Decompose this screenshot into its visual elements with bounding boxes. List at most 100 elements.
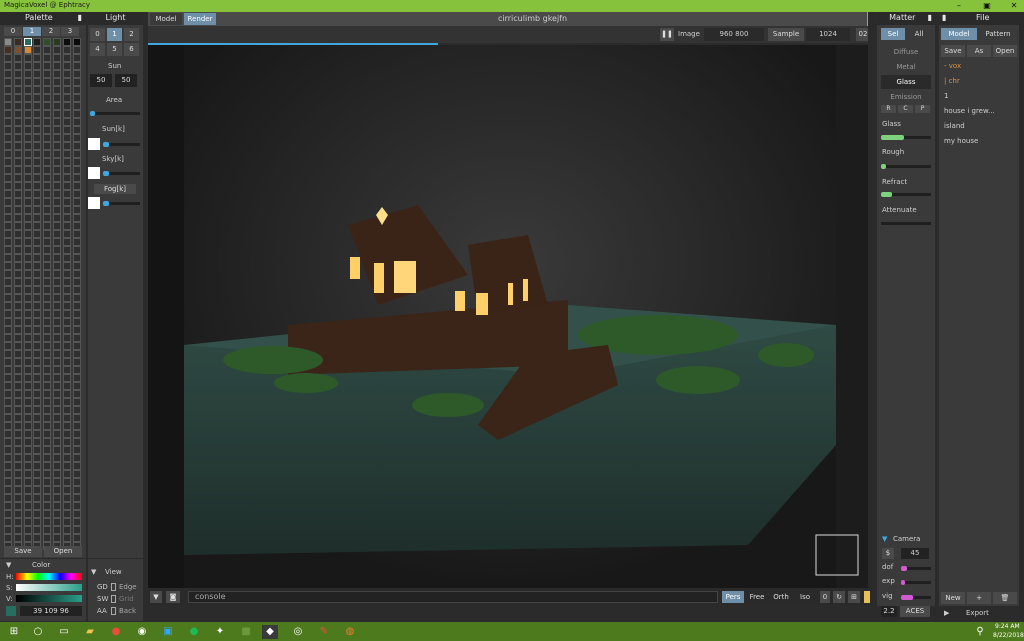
- fog-intensity-slider[interactable]: [103, 201, 140, 206]
- palette-cell[interactable]: [72, 54, 81, 62]
- console-input[interactable]: console: [188, 591, 718, 603]
- fog-color-swatch[interactable]: [88, 197, 100, 209]
- palette-cell[interactable]: [23, 462, 32, 470]
- palette-cell[interactable]: [43, 102, 52, 110]
- palette-cell[interactable]: [13, 326, 22, 334]
- palette-cell[interactable]: [43, 318, 52, 326]
- palette-cell[interactable]: [33, 422, 42, 430]
- palette-cell[interactable]: [33, 430, 42, 438]
- palette-cell[interactable]: [62, 382, 71, 390]
- palette-cell[interactable]: [53, 462, 61, 470]
- palette-cell[interactable]: [72, 150, 81, 158]
- palette-cell[interactable]: [72, 486, 81, 494]
- palette-cell[interactable]: [43, 294, 52, 302]
- palette-cell[interactable]: [62, 190, 71, 198]
- palette-cell[interactable]: [4, 358, 12, 366]
- palette-cell[interactable]: [4, 302, 12, 310]
- palette-cell[interactable]: [23, 422, 32, 430]
- palette-cell[interactable]: [33, 270, 42, 278]
- file-model-tab[interactable]: Model: [941, 28, 977, 40]
- palette-cell[interactable]: [62, 206, 71, 214]
- palette-cell[interactable]: [13, 174, 22, 182]
- palette-cell[interactable]: [72, 206, 81, 214]
- palette-cell[interactable]: [33, 38, 42, 46]
- palette-cell[interactable]: [23, 302, 32, 310]
- palette-cell[interactable]: [43, 518, 52, 526]
- material-type-emission[interactable]: Emission: [881, 90, 931, 104]
- palette-cell[interactable]: [13, 518, 22, 526]
- palette-cell[interactable]: [62, 238, 71, 246]
- palette-cell[interactable]: [53, 94, 61, 102]
- palette-cell[interactable]: [53, 342, 61, 350]
- palette-cell[interactable]: [72, 78, 81, 86]
- palette-cell[interactable]: [72, 134, 81, 142]
- palette-cell[interactable]: [13, 446, 22, 454]
- palette-cell[interactable]: [72, 478, 81, 486]
- palette-cell[interactable]: [72, 126, 81, 134]
- palette-cell[interactable]: [72, 470, 81, 478]
- palette-cell[interactable]: [53, 54, 61, 62]
- palette-cell[interactable]: [43, 38, 52, 46]
- file-open-button[interactable]: Open: [993, 45, 1017, 57]
- palette-cell[interactable]: [33, 254, 42, 262]
- tone-mapping-button[interactable]: ACES: [900, 606, 930, 617]
- palette-cell[interactable]: [53, 278, 61, 286]
- palette-cell[interactable]: [72, 38, 81, 46]
- palette-cell[interactable]: [53, 126, 61, 134]
- material-rcp-button[interactable]: P: [915, 105, 930, 113]
- palette-cell[interactable]: [62, 326, 71, 334]
- palette-cell[interactable]: [43, 398, 52, 406]
- palette-cell[interactable]: [13, 190, 22, 198]
- fog-k-button[interactable]: Fog[k]: [94, 184, 136, 194]
- palette-cell[interactable]: [33, 454, 42, 462]
- palette-cell[interactable]: [53, 350, 61, 358]
- palette-cell[interactable]: [33, 158, 42, 166]
- palette-cell[interactable]: [53, 78, 61, 86]
- file-list-item[interactable]: 1: [944, 92, 948, 100]
- clock-time[interactable]: 9:24 AM: [995, 623, 1020, 630]
- photoshop-icon[interactable]: ▣: [160, 625, 176, 639]
- palette-cell[interactable]: [13, 294, 22, 302]
- palette-cell[interactable]: [23, 102, 32, 110]
- material-rcp-button[interactable]: R: [881, 105, 896, 113]
- palette-cell[interactable]: [4, 390, 12, 398]
- export-label[interactable]: Export: [966, 609, 989, 617]
- palette-cell[interactable]: [13, 38, 22, 46]
- palette-cell[interactable]: [53, 310, 61, 318]
- palette-cell[interactable]: [43, 454, 52, 462]
- palette-cell[interactable]: [13, 230, 22, 238]
- palette-page-tab[interactable]: 2: [42, 27, 60, 36]
- palette-cell[interactable]: [4, 486, 12, 494]
- palette-cell[interactable]: [72, 326, 81, 334]
- palette-cell[interactable]: [43, 110, 52, 118]
- palette-cell[interactable]: [43, 238, 52, 246]
- palette-cell[interactable]: [13, 398, 22, 406]
- light-mode-button[interactable]: 6: [124, 43, 139, 56]
- palette-cell[interactable]: [4, 278, 12, 286]
- palette-cell[interactable]: [53, 70, 61, 78]
- palette-cell[interactable]: [53, 430, 61, 438]
- palette-cell[interactable]: [43, 478, 52, 486]
- palette-cell[interactable]: [33, 518, 42, 526]
- palette-cell[interactable]: [53, 534, 61, 542]
- palette-cell[interactable]: [23, 150, 32, 158]
- palette-cell[interactable]: [43, 494, 52, 502]
- palette-cell[interactable]: [33, 406, 42, 414]
- palette-cell[interactable]: [23, 254, 32, 262]
- palette-cell[interactable]: [53, 422, 61, 430]
- palette-cell[interactable]: [53, 438, 61, 446]
- palette-cell[interactable]: [72, 190, 81, 198]
- palette-cell[interactable]: [72, 70, 81, 78]
- fov-field[interactable]: 45: [901, 548, 929, 559]
- palette-cell[interactable]: [13, 374, 22, 382]
- palette-cell[interactable]: [4, 190, 12, 198]
- palette-cell[interactable]: [4, 374, 12, 382]
- palette-cell[interactable]: [33, 398, 42, 406]
- palette-cell[interactable]: [33, 86, 42, 94]
- palette-cell[interactable]: [62, 38, 71, 46]
- palette-cell[interactable]: [33, 134, 42, 142]
- palette-cell[interactable]: [13, 246, 22, 254]
- pen-icon[interactable]: ✎: [316, 625, 332, 639]
- palette-cell[interactable]: [72, 166, 81, 174]
- pause-icon[interactable]: ❚❚: [660, 28, 674, 41]
